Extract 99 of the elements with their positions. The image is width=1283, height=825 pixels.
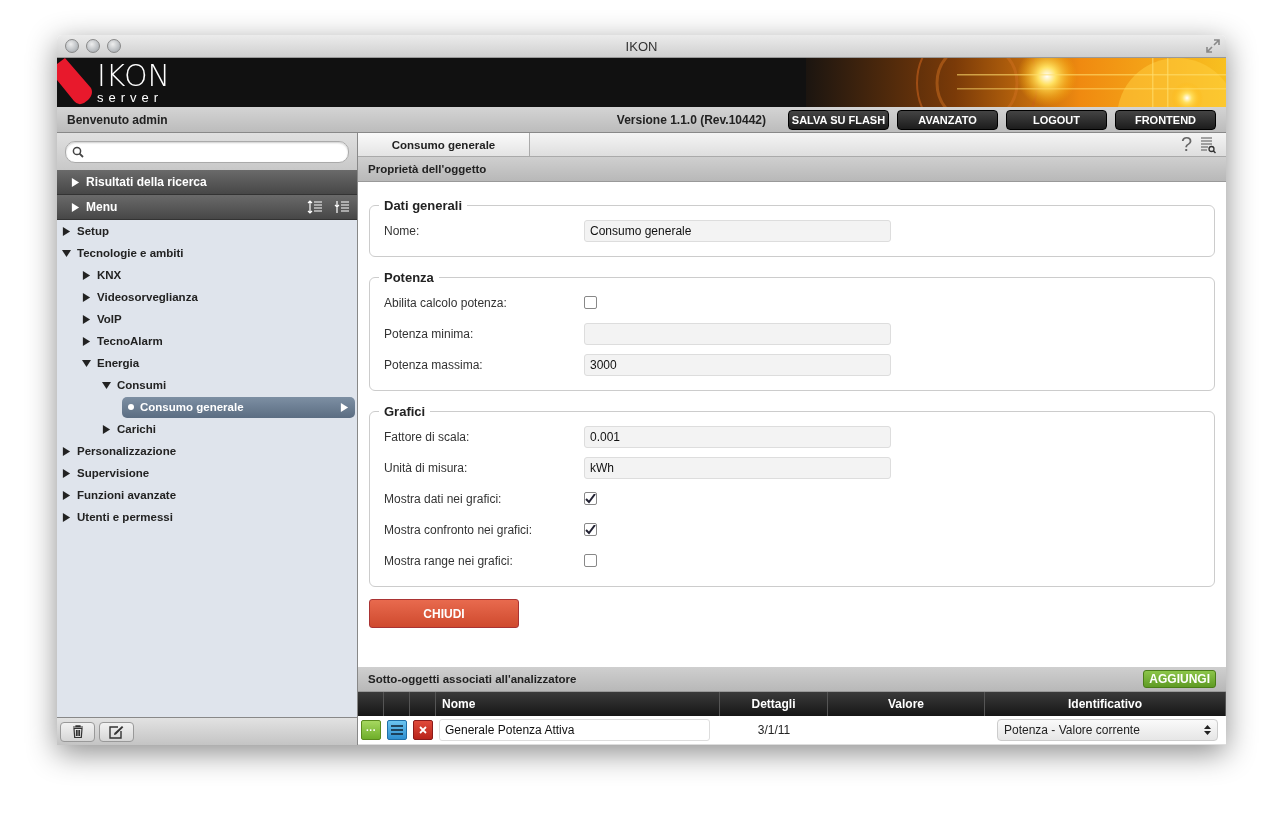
logo-mark-icon	[57, 58, 93, 107]
tree-item[interactable]: Tecnologie e ambiti	[62, 242, 184, 264]
name-field[interactable]: Generale Potenza Attiva	[439, 719, 710, 741]
column-header: Dettagli	[720, 692, 828, 716]
log-search-icon[interactable]	[1200, 135, 1216, 154]
field-label: Mostra range nei grafici:	[384, 553, 514, 568]
text-field[interactable]: 3000	[584, 353, 891, 376]
header-cell	[358, 692, 384, 716]
section-title: Grafici	[383, 404, 427, 419]
expand-all-icon[interactable]	[307, 200, 322, 214]
checkbox[interactable]	[584, 523, 597, 536]
tree-item[interactable]: Carichi	[102, 418, 156, 440]
edit-icon	[109, 724, 124, 739]
tree-item[interactable]: Consumi	[102, 374, 167, 396]
section-header[interactable]: Risultati della ricerca	[57, 170, 357, 195]
header-cell	[410, 692, 436, 716]
header-button[interactable]: AVANZATO	[897, 109, 998, 130]
checkmark-icon	[585, 524, 596, 535]
collapse-all-icon[interactable]	[334, 200, 349, 214]
text-field[interactable]: kWh	[584, 456, 891, 479]
list-icon	[390, 724, 404, 736]
tree-item[interactable]: Videosorveglianza	[82, 286, 198, 308]
triangle-down-icon	[62, 248, 71, 258]
section-title: Dati generali	[383, 198, 464, 213]
checkbox[interactable]	[584, 492, 597, 505]
search-icon	[72, 145, 84, 158]
field-label: Fattore di scala:	[384, 429, 471, 444]
section-title: Sotto-oggetti associati all'analizzatore	[368, 673, 577, 685]
bullet-icon	[128, 404, 134, 410]
header-button[interactable]: LOGOUT	[1006, 109, 1107, 130]
tree-item[interactable]: KNX	[82, 264, 122, 286]
triangle-right-icon	[340, 402, 349, 412]
section-header[interactable]: Menu	[57, 195, 357, 220]
minimize-window-icon[interactable]	[86, 39, 100, 53]
window-title: IKON	[625, 38, 658, 54]
triangle-down-icon	[102, 380, 111, 390]
column-header: Valore	[828, 692, 985, 716]
header-cell	[384, 692, 410, 716]
tree-item[interactable]: VoIP	[82, 308, 122, 330]
triangle-right-icon	[62, 446, 71, 456]
edit-button[interactable]	[99, 721, 134, 742]
tree-item[interactable]: Consumo generale	[122, 396, 355, 418]
field-label: Mostra dati nei grafici:	[384, 491, 503, 506]
version-text: Versione 1.1.0 (Rev.10442)	[616, 112, 766, 127]
logo-brand: IKON	[97, 61, 170, 91]
field-label: Unità di misura:	[384, 460, 469, 475]
column-header: Nome	[436, 692, 720, 716]
triangle-right-icon	[82, 270, 91, 280]
close-button[interactable]: CHIUDI	[369, 599, 519, 628]
help-icon[interactable]: ?	[1180, 133, 1192, 156]
search-field[interactable]	[65, 140, 349, 163]
table-cell: 3/1/11	[757, 723, 791, 737]
tree-item[interactable]: TecnoAlarm	[82, 330, 163, 352]
list-button[interactable]	[387, 720, 407, 740]
column-header: Identificativo	[985, 692, 1226, 716]
text-field[interactable]: 0.001	[584, 425, 891, 448]
checkbox[interactable]	[584, 554, 597, 567]
delete-row-button[interactable]	[413, 720, 433, 740]
triangle-right-icon	[82, 292, 91, 302]
stepper-icon	[1204, 725, 1211, 735]
triangle-right-icon	[62, 490, 71, 500]
logo-tagline: server	[97, 91, 165, 104]
tree-item[interactable]: Funzioni avanzate	[62, 484, 177, 506]
field-label: Potenza minima:	[384, 326, 475, 341]
field-label: Mostra confronto nei grafici:	[384, 522, 534, 537]
tab[interactable]: Consumo generale	[358, 133, 530, 156]
triangle-right-icon	[71, 202, 80, 212]
tree-item[interactable]: Setup	[62, 220, 109, 242]
tree-item[interactable]: Utenti e permessi	[62, 506, 173, 528]
tree-item[interactable]: Energia	[82, 352, 140, 374]
triangle-right-icon	[102, 424, 111, 434]
trash-icon	[71, 725, 84, 738]
zoom-window-icon[interactable]	[107, 39, 121, 53]
triangle-right-icon	[62, 468, 71, 478]
triangle-right-icon	[62, 226, 71, 236]
field-label: Abilita calcolo potenza:	[384, 295, 508, 310]
triangle-right-icon	[82, 314, 91, 324]
triangle-down-icon	[82, 358, 91, 368]
fullscreen-icon[interactable]	[1206, 39, 1220, 53]
tree-item[interactable]: Supervisione	[62, 462, 150, 484]
checkmark-icon	[585, 493, 596, 504]
field-label: Nome:	[384, 223, 421, 238]
text-field[interactable]	[584, 322, 891, 345]
text-field[interactable]: Consumo generale	[584, 219, 891, 242]
triangle-right-icon	[71, 177, 80, 187]
header-button[interactable]: SALVA SU FLASH	[788, 109, 889, 130]
delete-button[interactable]	[60, 721, 95, 742]
welcome-text: Benvenuto admin	[67, 112, 168, 127]
close-window-icon[interactable]	[65, 39, 79, 53]
triangle-right-icon	[62, 512, 71, 522]
close-icon	[419, 726, 427, 734]
header-button[interactable]: FRONTEND	[1115, 109, 1216, 130]
panel-title: Proprietà dell'oggetto	[368, 163, 487, 175]
identifier-select[interactable]: Potenza - Valore corrente	[997, 719, 1218, 741]
section-title: Potenza	[383, 270, 435, 285]
tree-item[interactable]: Personalizzazione	[62, 440, 177, 462]
triangle-right-icon	[82, 336, 91, 346]
field-label: Potenza massima:	[384, 357, 484, 372]
checkbox[interactable]	[584, 296, 597, 309]
